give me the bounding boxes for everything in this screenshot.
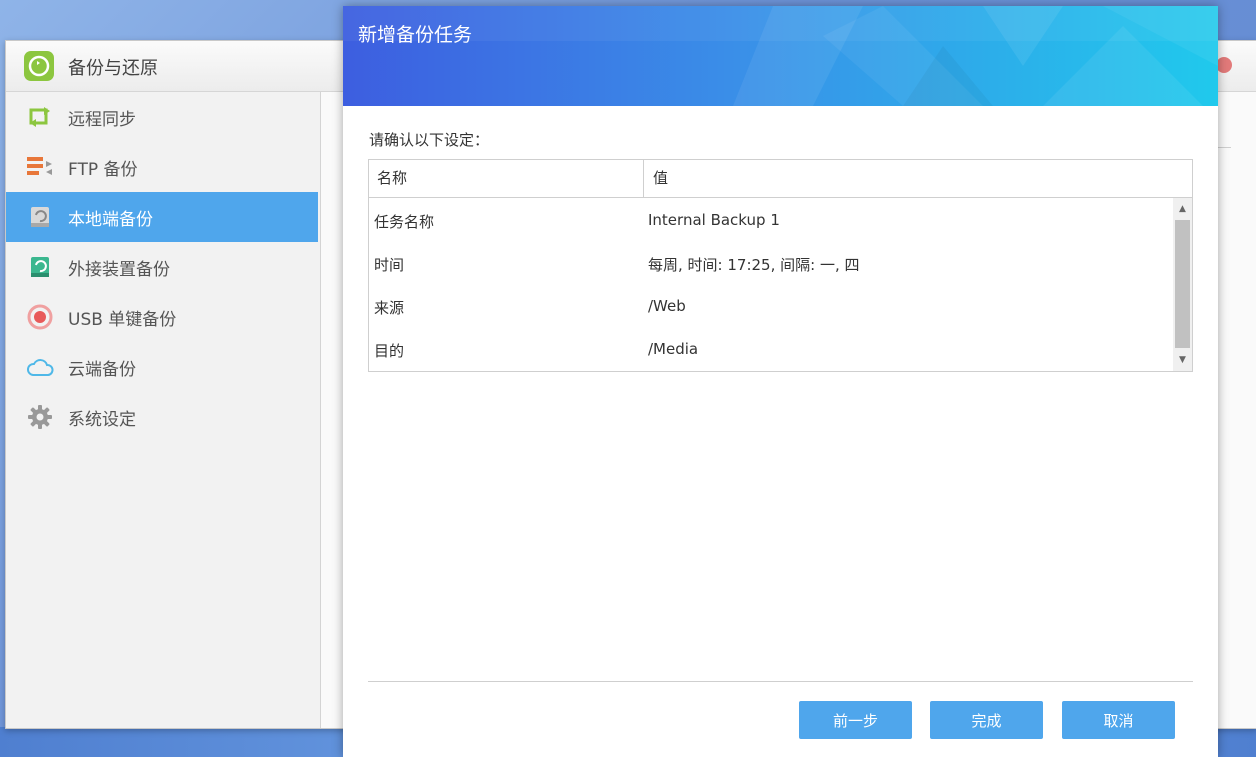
table-row[interactable]: 来源 /Web: [369, 284, 1172, 327]
cloud-icon: [26, 353, 54, 381]
dialog-title: 新增备份任务: [358, 24, 473, 46]
scroll-thumb[interactable]: [1175, 220, 1190, 348]
column-divider[interactable]: [643, 160, 644, 197]
sidebar: 远程同步 FTP 备份 本地端备份 外接装置备份 USB 单键备份 云端备份 系…: [6, 92, 321, 728]
dialog-header: 新增备份任务: [343, 6, 1218, 106]
cell-name: 目的: [374, 342, 405, 360]
settings-table: 名称 值 任务名称 Internal Backup 1 时间 每周, 时间: 1…: [368, 159, 1193, 372]
sidebar-item-system-settings[interactable]: 系统设定: [6, 392, 320, 442]
sidebar-item-label: FTP 备份: [68, 159, 138, 180]
gear-icon: [26, 403, 54, 431]
table-row[interactable]: 任务名称 Internal Backup 1: [369, 198, 1172, 241]
column-header-value[interactable]: 值: [653, 160, 668, 197]
cell-value: /Web: [648, 297, 686, 315]
sidebar-item-label: 云端备份: [68, 359, 136, 380]
backup-restore-app-icon: [24, 51, 54, 81]
cell-name: 时间: [374, 256, 405, 274]
close-icon[interactable]: [1216, 57, 1232, 73]
new-backup-task-dialog: 新增备份任务 请确认以下设定： 名称 值 任务名称 Internal Backu…: [343, 6, 1218, 757]
column-header-name[interactable]: 名称: [377, 160, 407, 197]
scroll-up-arrow-icon[interactable]: ▲: [1173, 200, 1192, 218]
sidebar-item-remote-sync[interactable]: 远程同步: [6, 92, 320, 142]
sidebar-item-ftp-backup[interactable]: FTP 备份: [6, 142, 320, 192]
previous-step-button[interactable]: 前一步: [799, 701, 912, 739]
sidebar-item-label: 外接装置备份: [68, 259, 170, 280]
app-title: 备份与还原: [68, 58, 158, 79]
table-body: 任务名称 Internal Backup 1 时间 每周, 时间: 17:25,…: [369, 198, 1172, 371]
header-decoration: [343, 6, 1218, 106]
cell-name: 来源: [374, 299, 405, 317]
sidebar-item-label: 远程同步: [68, 109, 136, 130]
sidebar-item-label: USB 单键备份: [68, 309, 177, 330]
confirm-prompt: 请确认以下设定：: [369, 131, 490, 149]
ftp-icon: [26, 153, 54, 181]
sidebar-item-local-backup[interactable]: 本地端备份: [6, 192, 318, 242]
cell-value: Internal Backup 1: [648, 211, 780, 229]
sidebar-item-label: 系统设定: [68, 409, 136, 430]
sidebar-item-cloud-backup[interactable]: 云端备份: [6, 342, 320, 392]
scroll-down-arrow-icon[interactable]: ▼: [1173, 351, 1192, 369]
cancel-button[interactable]: 取消: [1062, 701, 1175, 739]
external-drive-icon: [26, 253, 54, 281]
sidebar-item-external-backup[interactable]: 外接装置备份: [6, 242, 320, 292]
table-row[interactable]: 时间 每周, 时间: 17:25, 间隔: 一, 四: [369, 241, 1172, 284]
table-header: 名称 值: [369, 160, 1192, 198]
cell-value: /Media: [648, 340, 699, 358]
sidebar-item-usb-backup[interactable]: USB 单键备份: [6, 292, 320, 342]
sidebar-item-label: 本地端备份: [68, 209, 153, 230]
vertical-scrollbar[interactable]: ▲ ▼: [1173, 198, 1192, 371]
local-drive-icon: [26, 203, 54, 231]
table-row[interactable]: 目的 /Media: [369, 327, 1172, 370]
usb-button-icon: [26, 303, 54, 331]
footer-divider: [368, 681, 1193, 682]
cell-value: 每周, 时间: 17:25, 间隔: 一, 四: [648, 256, 860, 274]
finish-button[interactable]: 完成: [930, 701, 1043, 739]
sync-icon: [26, 103, 54, 131]
cell-name: 任务名称: [374, 213, 435, 231]
